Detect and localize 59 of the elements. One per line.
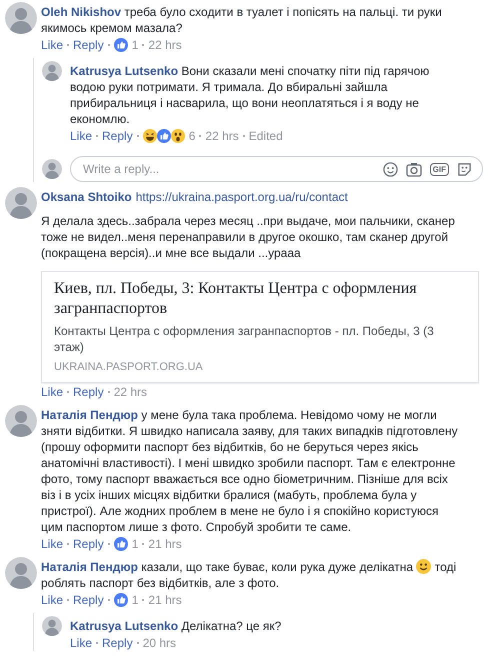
preview-description: Контакты Центра с оформления загранпаспортов - пл. Победы, 3 (3 этаж): [54, 323, 435, 355]
author-name[interactable]: Oleh Nikishov: [41, 5, 122, 19]
comment-text: Katrusya Lutsenko Делікатна? це як?: [70, 618, 282, 634]
like-link[interactable]: Like: [41, 38, 64, 52]
link-preview-card[interactable]: Киев, пл. Победы, 3: Контакты Центра с оформления загранпаспортов Контакты Центра с оформления загранпаспортов - пл. Победы, 3 (3 этаж) UKRAINA.PASPORT.ORG.UA: [41, 271, 479, 383]
reaction-count[interactable]: 6: [188, 129, 196, 143]
thumbs-up-icon: [114, 593, 128, 607]
reply-link[interactable]: Reply: [102, 129, 133, 143]
like-link[interactable]: Like: [41, 385, 64, 399]
avatar[interactable]: [5, 2, 37, 34]
comment-time[interactable]: 22 hrs: [205, 129, 239, 143]
emoji-icon[interactable]: [382, 162, 398, 176]
like-link[interactable]: Like: [41, 593, 64, 607]
thumbs-up-icon: [114, 537, 128, 551]
thumbs-up-icon: [114, 38, 128, 52]
avatar[interactable]: [42, 61, 62, 81]
reply-link[interactable]: Reply: [102, 636, 133, 650]
camera-icon[interactable]: [406, 162, 422, 176]
comment-text: Я делала здесь..забрала через месяц ..при выдаче, мои пальчики, сканер тоже не видел..меня перенаправили в другое окошко, там сканер другой (покращена версія)..и мне все выдали ...урааа: [41, 213, 456, 261]
comment-time[interactable]: 21 hrs: [148, 537, 182, 551]
like-link[interactable]: Like: [70, 129, 92, 143]
comment-time[interactable]: 22 hrs: [114, 385, 148, 399]
thumbs-up-icon: [156, 129, 171, 143]
avatar[interactable]: [5, 187, 37, 219]
preview-title: Киев, пл. Победы, 3: Контакты Центра с оформления загранпаспортов: [54, 279, 418, 319]
author-name[interactable]: Oksana Shtoiko: [41, 189, 132, 205]
like-link[interactable]: Like: [41, 537, 64, 551]
comment-text: Oleh Nikishov треба було сходити в туалет і попісять на пальці. ти руки якимось кремом мазала?: [41, 4, 443, 36]
comment-text: Наталія Пендюр у мене була така проблема. Невідомо чому не могли зняти відбитки. Я швидко написала заяву, для таких випадків підготовлену (прошу оформити паспорт без відбитків, бо не беруться через якісь анатомічні властивості). І мені швидко зробили паспорт. Там є електронне фото, тому паспорт вважається все одно біометричним. Пізніше для всіх віз і в усіх інших місцях відбитки бралися (мабуть, проблема була у пристрої). Але жодних проблем в мене не було і я спокійно користуюся цим паспортом лише з фото. Спробуй зробити те саме.: [41, 407, 459, 535]
laughing-face-icon: [142, 129, 157, 143]
preview-domain: UKRAINA.PASPORT.ORG.UA: [54, 361, 204, 373]
surprised-face-icon: [170, 129, 185, 143]
author-name[interactable]: Наталія Пендюр: [41, 560, 138, 574]
like-link[interactable]: Like: [70, 636, 92, 650]
comment-text: Katrusya Lutsenko Вони сказали мені спочатку піти під гарячою водою руки потримати. Я тримала. До вбиральні зайшла прибиральниця і насварила, що вони неоплатяться і я воду не економлю.: [70, 63, 430, 127]
sticker-icon[interactable]: [457, 162, 472, 176]
avatar[interactable]: [5, 557, 37, 589]
reply-link[interactable]: Reply: [73, 385, 104, 399]
comment-time[interactable]: 20 hrs: [142, 636, 176, 650]
reply-link[interactable]: Reply: [73, 537, 104, 551]
avatar[interactable]: [5, 405, 37, 437]
author-name[interactable]: Наталія Пендюр: [41, 408, 138, 422]
avatar[interactable]: [42, 159, 62, 179]
edited-label[interactable]: Edited: [248, 129, 283, 143]
url-link[interactable]: https://ukraina.pasport.org.ua/ru/contact: [136, 189, 348, 205]
gif-button[interactable]: GIF: [430, 162, 449, 176]
avatar[interactable]: [42, 616, 62, 636]
comment-text: Наталія Пендюр казали, що таке буває, коли рука дуже делікатна тоді роблять паспорт без відбитків, але з фото.: [41, 558, 458, 591]
reaction-count[interactable]: 1: [132, 593, 138, 607]
reaction-count[interactable]: 1: [132, 38, 138, 52]
comment-time[interactable]: 21 hrs: [148, 593, 182, 607]
author-name[interactable]: Katrusya Lutsenko: [70, 64, 178, 78]
reply-field[interactable]: Write a reply... GIF: [70, 156, 483, 182]
reaction-count[interactable]: 1: [132, 537, 138, 551]
reply-link[interactable]: Reply: [73, 38, 104, 52]
author-name[interactable]: Katrusya Lutsenko: [70, 619, 178, 633]
comment-time[interactable]: 22 hrs: [148, 38, 182, 52]
reply-link[interactable]: Reply: [73, 593, 104, 607]
smiley-emoji-icon: [416, 559, 432, 574]
